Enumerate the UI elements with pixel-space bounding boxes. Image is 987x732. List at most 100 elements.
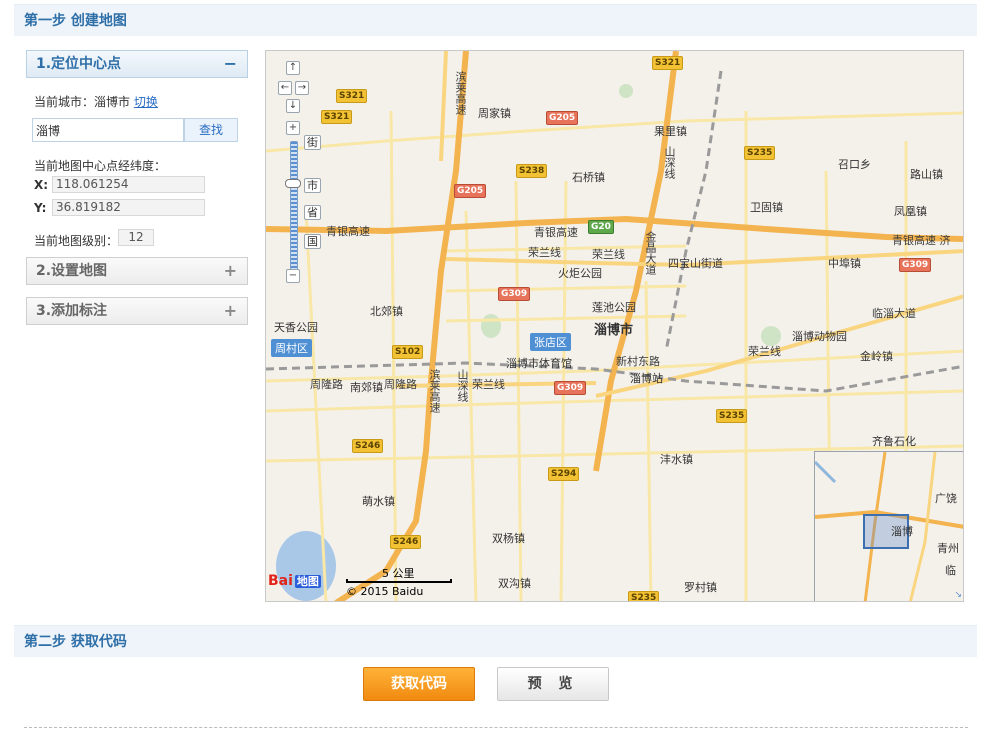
level-city-mark[interactable]: 市 [304,178,321,193]
preview-button[interactable]: 预 览 [497,667,609,701]
baidu-logo-map: 地图 [294,575,321,588]
expand-icon[interactable]: + [224,258,237,284]
zoom-out-button[interactable]: − [286,269,300,283]
road-name: 山深线 [663,146,676,179]
place-label: 卫固镇 [750,201,783,214]
divider [24,727,968,728]
city-search-input[interactable] [32,118,184,142]
level-street-mark[interactable]: 街 [304,135,321,150]
road-tag: G309 [554,381,587,395]
place-label: 金岭镇 [860,350,893,363]
place-label: 齐鲁石化 [872,435,916,448]
pan-down-button[interactable]: ↓ [286,99,300,113]
road-name: 荣兰线 [592,248,625,261]
baidu-logo: Bai 地图 [268,573,321,589]
road-tag: G309 [498,287,531,301]
road-name: 荣兰线 [748,345,781,358]
collapse-icon[interactable]: − [224,51,237,77]
overview-city-label: 广饶 [935,492,957,505]
step1-header: 第一步 创建地图 [14,4,977,36]
place-label: 莲池公园 [592,301,636,314]
road-tag: S235 [628,591,660,601]
zoom-level-label: 当前地图级别： [34,234,119,248]
place-label: 淄博站 [630,372,663,385]
level-country-mark[interactable]: 国 [304,234,321,249]
overview-city-label: 青州 [937,542,959,555]
pan-left-button[interactable]: ← [278,81,292,95]
section-add-marker[interactable]: 3.添加标注 + [26,297,248,325]
overview-city-label: 临 [945,564,956,577]
road-tag: S235 [716,409,748,423]
place-label: 路山镇 [910,168,943,181]
map-view[interactable]: ↑ ← → ↓ + − 街 市 省 国 S321 S321 S321 G205 … [265,50,964,602]
place-label: 凤凰镇 [894,205,927,218]
place-label: 周家镇 [478,107,511,120]
road-name: 临淄大道 [872,307,916,320]
road-tag: G20 [588,220,614,234]
latitude-field[interactable]: 36.819182 [52,199,205,216]
section-locate-center-label: 1.定位中心点 [36,56,122,72]
section-map-settings[interactable]: 2.设置地图 + [26,257,248,285]
overview-city-label: 淄博 [891,525,913,538]
road-tag: S294 [548,467,580,481]
copyright-text: © 2015 Baidu [346,585,424,598]
place-label: 淄博市体育馆 [506,357,572,370]
get-code-button[interactable]: 获取代码 [363,667,475,701]
scale-bar [346,579,452,583]
place-label: 石桥镇 [572,171,605,184]
place-label: 罗村镇 [684,581,717,594]
road-tag: G205 [546,111,579,125]
center-coord-label: 当前地图中心点经纬度： [34,159,167,173]
road-tag: S246 [390,535,422,549]
level-province-mark[interactable]: 省 [304,205,321,220]
y-label: Y: [34,201,47,215]
road-name: 滨莱高速 [428,369,441,413]
longitude-field[interactable]: 118.061254 [52,176,205,193]
road-name: 金晶大道 [644,231,657,275]
road-tag: S321 [336,89,368,103]
road-name: 新村东路 [616,355,660,368]
road-tag: S321 [652,56,684,70]
road-name: 青银高速 [534,226,578,239]
place-label: 萌水镇 [362,495,395,508]
zoom-level-field[interactable]: 12 [118,229,154,246]
x-label: X: [34,178,49,192]
road-name: 青银高速 [326,225,370,238]
zoom-slider-handle[interactable] [285,179,301,188]
zoom-in-button[interactable]: + [286,121,300,135]
road-tag: S246 [352,439,384,453]
step2-header: 第二步 获取代码 [14,625,977,657]
road-name: 周隆路 [310,378,343,391]
current-city-label: 当前城市： [34,95,95,109]
search-button[interactable]: 查找 [184,118,238,142]
place-label: 天香公园 [274,321,318,334]
road-tag: G309 [899,258,932,272]
overview-map[interactable]: 淄博 广饶 青州 临 ↘ [814,451,963,601]
pan-up-button[interactable]: ↑ [286,61,300,75]
road-tag: S321 [321,110,353,124]
road-tag: G205 [454,184,487,198]
district-label: 周村区 [271,339,312,357]
district-label: 张店区 [530,333,571,351]
zoom-slider-track[interactable] [290,141,298,277]
lake [276,531,336,601]
section-map-settings-label: 2.设置地图 [36,263,108,279]
current-city-row: 当前城市：淄博市 切换 [34,93,158,110]
place-label: 召口乡 [838,158,871,171]
overview-toggle-icon[interactable]: ↘ [954,590,962,600]
road-name: 周隆路 [384,378,417,391]
switch-city-link[interactable]: 切换 [134,95,158,109]
place-label: 北郊镇 [370,305,403,318]
place-label: 双杨镇 [492,532,525,545]
expand-icon[interactable]: + [224,298,237,324]
section-locate-center[interactable]: 1.定位中心点 − [26,50,248,78]
road-tag: S238 [516,164,548,178]
road-name: 山深线 [456,369,469,402]
road-name: 青银高速 济 [892,234,951,247]
pan-right-button[interactable]: → [295,81,309,95]
park-area [481,314,501,338]
park-area [619,84,633,98]
road-name: 荣兰线 [472,378,505,391]
road-name: 滨莱高速 [454,71,467,115]
overview-base [815,452,963,601]
